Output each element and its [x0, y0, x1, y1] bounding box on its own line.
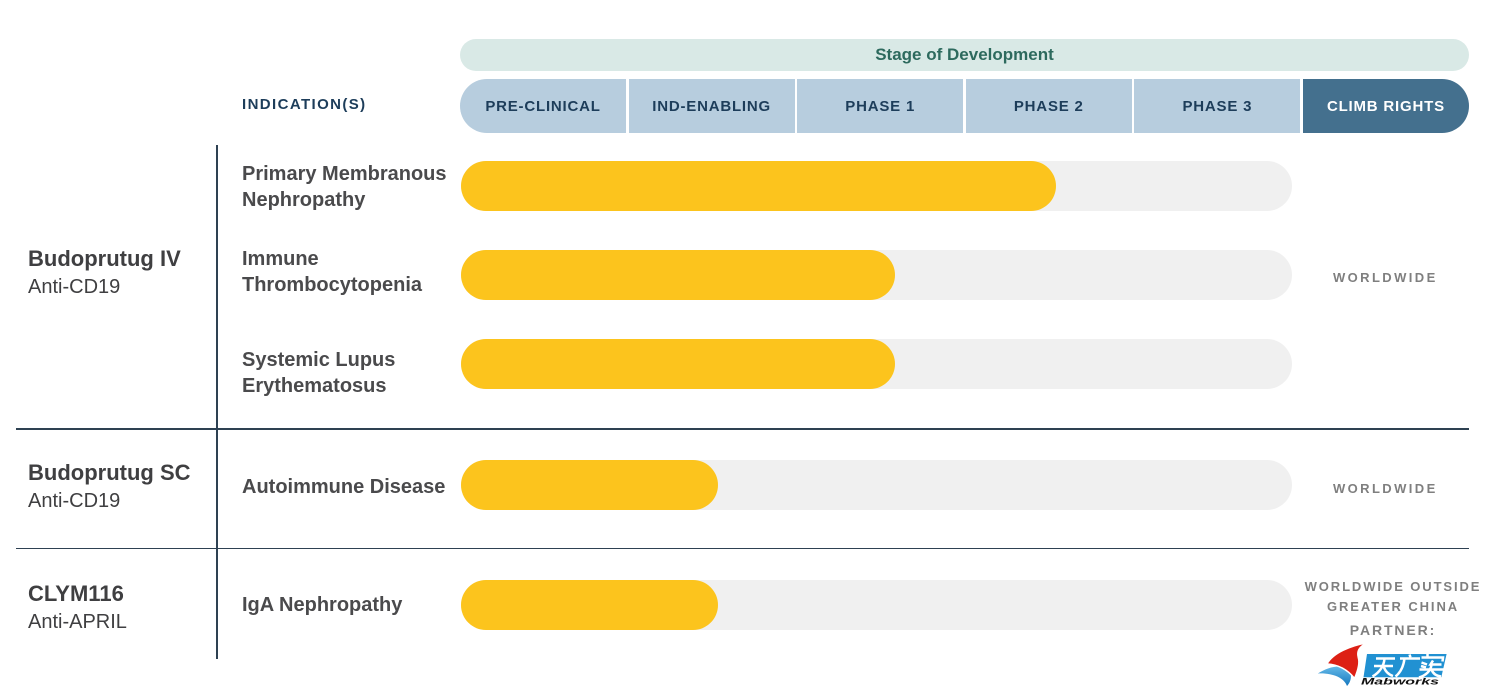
svg-text:Mabworks: Mabworks: [1361, 676, 1439, 686]
